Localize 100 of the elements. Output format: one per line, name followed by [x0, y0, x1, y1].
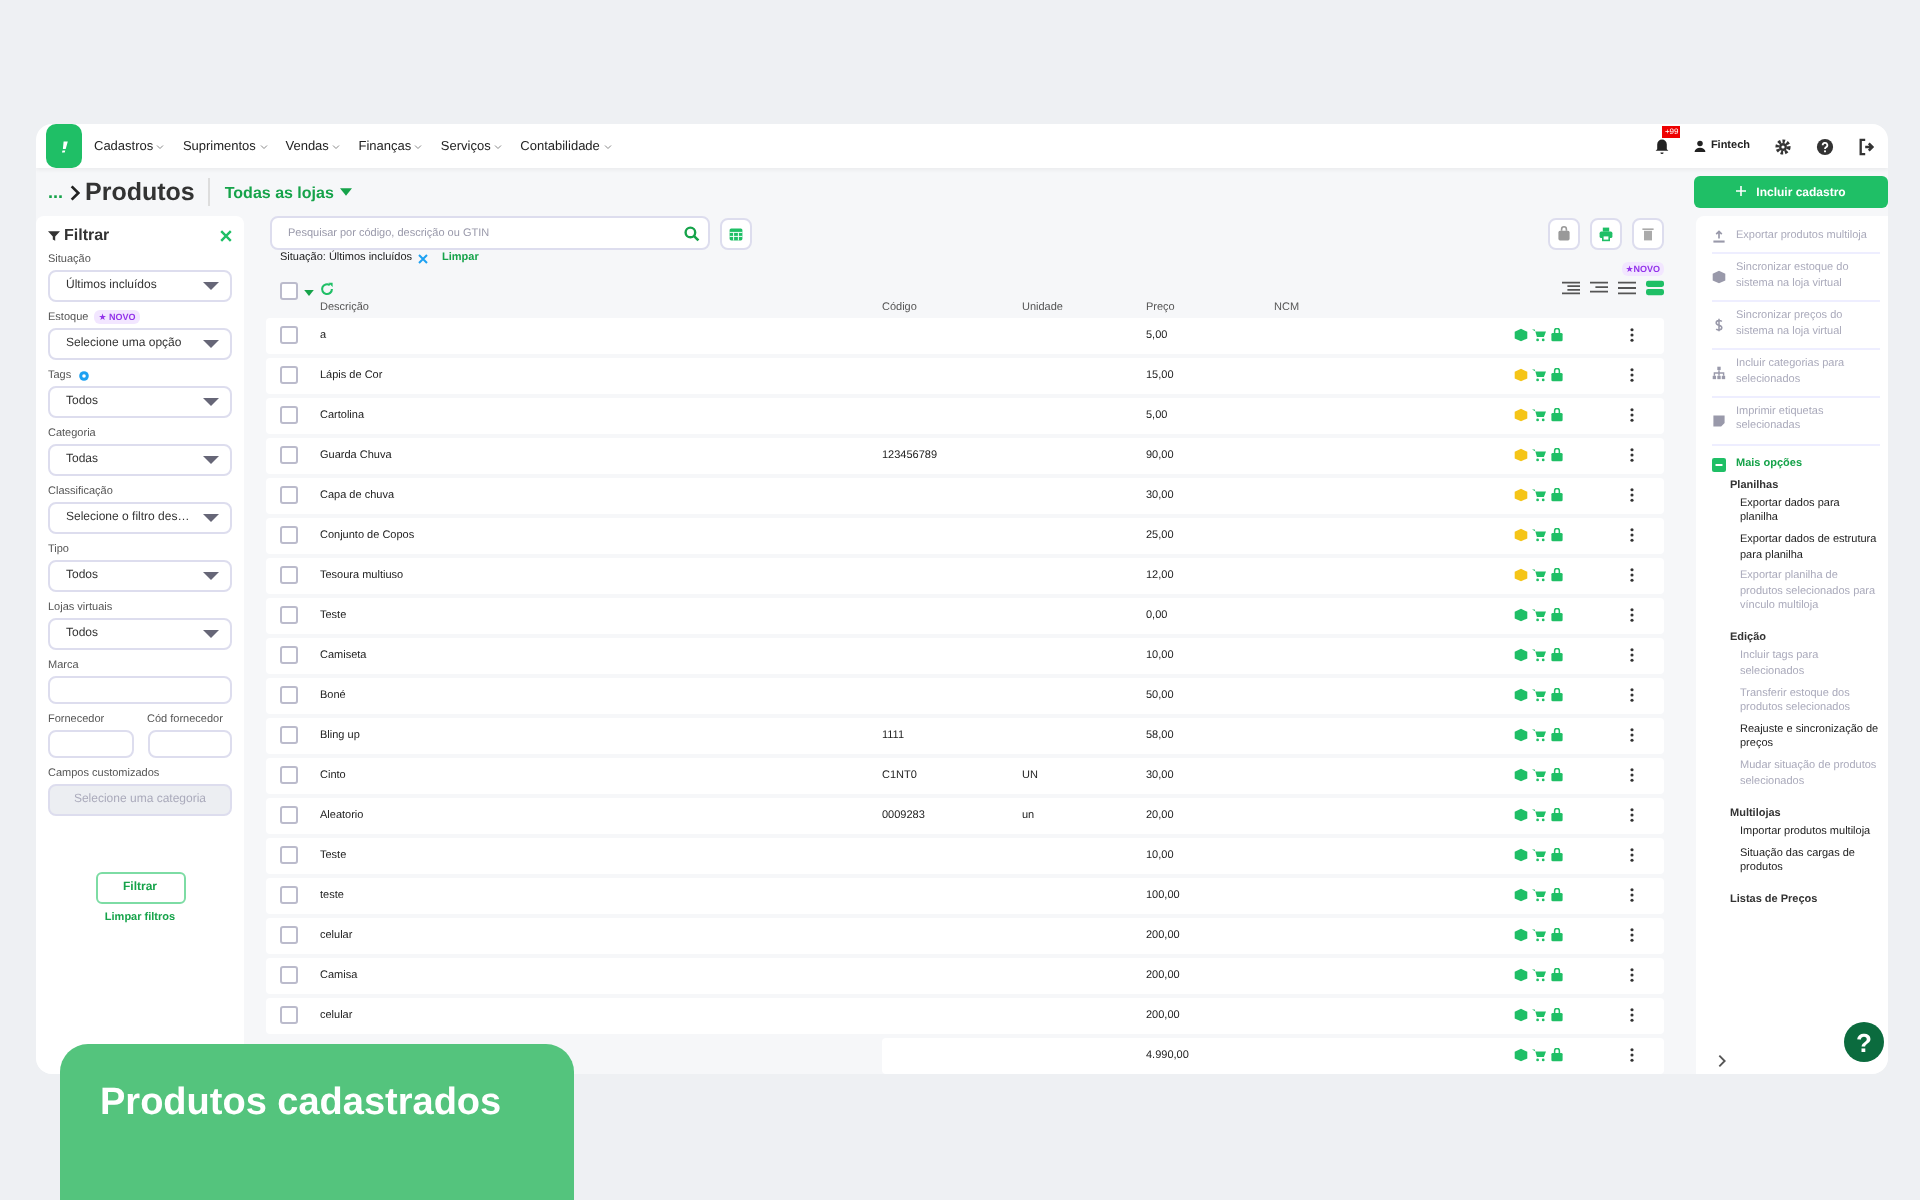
cart-icon[interactable] [1532, 1008, 1546, 1023]
row-checkbox[interactable] [280, 606, 298, 625]
cart-icon[interactable] [1532, 728, 1546, 743]
row-checkbox[interactable] [280, 966, 298, 985]
view-mode-icon[interactable] [1618, 280, 1636, 296]
caret-icon[interactable] [304, 290, 314, 296]
bag-button[interactable] [1548, 217, 1580, 249]
row-checkbox[interactable] [280, 886, 298, 905]
close-icon[interactable] [220, 229, 232, 241]
refresh-icon[interactable] [320, 282, 334, 296]
row-checkbox[interactable] [280, 446, 298, 465]
bag-icon[interactable] [1550, 608, 1564, 623]
row-checkbox[interactable] [280, 366, 298, 385]
view-mode-icon[interactable] [1562, 280, 1580, 296]
box-icon[interactable] [1514, 848, 1528, 863]
box-icon[interactable] [1514, 488, 1528, 503]
cart-icon[interactable] [1532, 1048, 1546, 1063]
search-icon[interactable] [684, 225, 700, 241]
row-checkbox[interactable] [280, 566, 298, 585]
bag-icon[interactable] [1550, 1008, 1564, 1023]
bag-icon[interactable] [1550, 928, 1564, 943]
help-icon[interactable] [1816, 137, 1834, 155]
row-checkbox[interactable] [280, 806, 298, 825]
bag-icon[interactable] [1550, 488, 1564, 503]
bag-icon[interactable] [1550, 688, 1564, 703]
bag-icon[interactable] [1550, 968, 1564, 983]
logo-icon[interactable] [46, 124, 82, 168]
bag-icon[interactable] [1550, 648, 1564, 663]
cart-icon[interactable] [1532, 888, 1546, 903]
bag-icon[interactable] [1550, 808, 1564, 823]
logout-icon[interactable] [1858, 137, 1876, 155]
chevron-icon[interactable] [1718, 1054, 1726, 1068]
row-checkbox[interactable] [280, 926, 298, 945]
box-icon[interactable] [1514, 608, 1528, 623]
remove-filter-icon[interactable] [418, 253, 429, 263]
row-checkbox[interactable] [280, 526, 298, 545]
bag-icon[interactable] [1550, 848, 1564, 863]
cart-icon[interactable] [1532, 848, 1546, 863]
bag-icon[interactable] [1550, 408, 1564, 423]
input-field[interactable] [48, 676, 232, 704]
bag-icon[interactable] [1550, 568, 1564, 583]
chevron-icon [494, 143, 503, 149]
box-icon[interactable] [1514, 688, 1528, 703]
cart-icon[interactable] [1532, 688, 1546, 703]
settings-icon[interactable] [1774, 137, 1792, 155]
calendar-button[interactable] [720, 217, 752, 249]
box-icon[interactable] [1514, 888, 1528, 903]
row-checkbox[interactable] [280, 726, 298, 745]
row-checkbox[interactable] [280, 406, 298, 425]
row-checkbox[interactable] [280, 846, 298, 865]
bag-icon[interactable] [1550, 768, 1564, 783]
cart-icon[interactable] [1532, 528, 1546, 543]
cart-icon[interactable] [1532, 568, 1546, 583]
box-icon[interactable] [1514, 1048, 1528, 1063]
tag-icon [1712, 413, 1726, 428]
bag-icon[interactable] [1550, 328, 1564, 343]
box-icon[interactable] [1514, 728, 1528, 743]
bag-icon[interactable] [1550, 728, 1564, 743]
box-icon[interactable] [1514, 528, 1528, 543]
bag-icon[interactable] [1550, 888, 1564, 903]
row-checkbox[interactable] [280, 486, 298, 505]
cart-icon[interactable] [1532, 768, 1546, 783]
box-icon[interactable] [1514, 568, 1528, 583]
cart-icon[interactable] [1532, 448, 1546, 463]
input-field[interactable] [147, 730, 232, 758]
row-checkbox[interactable] [280, 1006, 298, 1025]
box-icon[interactable] [1514, 368, 1528, 383]
bag-icon[interactable] [1550, 368, 1564, 383]
row-checkbox[interactable] [280, 326, 298, 345]
cart-icon[interactable] [1532, 368, 1546, 383]
row-checkbox[interactable] [280, 766, 298, 785]
cart-icon[interactable] [1532, 608, 1546, 623]
caption-banner: Produtos cadastrados [60, 1044, 574, 1200]
row-checkbox[interactable] [280, 646, 298, 665]
view-mode-icon[interactable] [1590, 280, 1608, 296]
box-icon[interactable] [1514, 648, 1528, 663]
select-all-checkbox[interactable] [280, 282, 298, 300]
box-icon[interactable] [1514, 328, 1528, 343]
cart-icon[interactable] [1532, 328, 1546, 343]
box-icon[interactable] [1514, 1008, 1528, 1023]
cart-icon[interactable] [1532, 968, 1546, 983]
box-icon[interactable] [1514, 928, 1528, 943]
box-icon[interactable] [1514, 968, 1528, 983]
bag-icon[interactable] [1550, 1048, 1564, 1063]
cart-icon[interactable] [1532, 408, 1546, 423]
box-icon[interactable] [1514, 808, 1528, 823]
cart-icon[interactable] [1532, 928, 1546, 943]
box-icon[interactable] [1514, 408, 1528, 423]
bag-icon[interactable] [1550, 528, 1564, 543]
box-icon[interactable] [1514, 448, 1528, 463]
bell-icon[interactable] [1654, 138, 1671, 154]
box-icon[interactable] [1514, 768, 1528, 783]
cart-icon[interactable] [1532, 808, 1546, 823]
cart-icon[interactable] [1532, 648, 1546, 663]
input-field[interactable] [48, 730, 133, 758]
cart-icon[interactable] [1532, 488, 1546, 503]
row-checkbox[interactable] [280, 686, 298, 705]
bag-icon[interactable] [1550, 448, 1564, 463]
delete-button[interactable] [1632, 217, 1664, 249]
print-button[interactable] [1590, 217, 1622, 249]
